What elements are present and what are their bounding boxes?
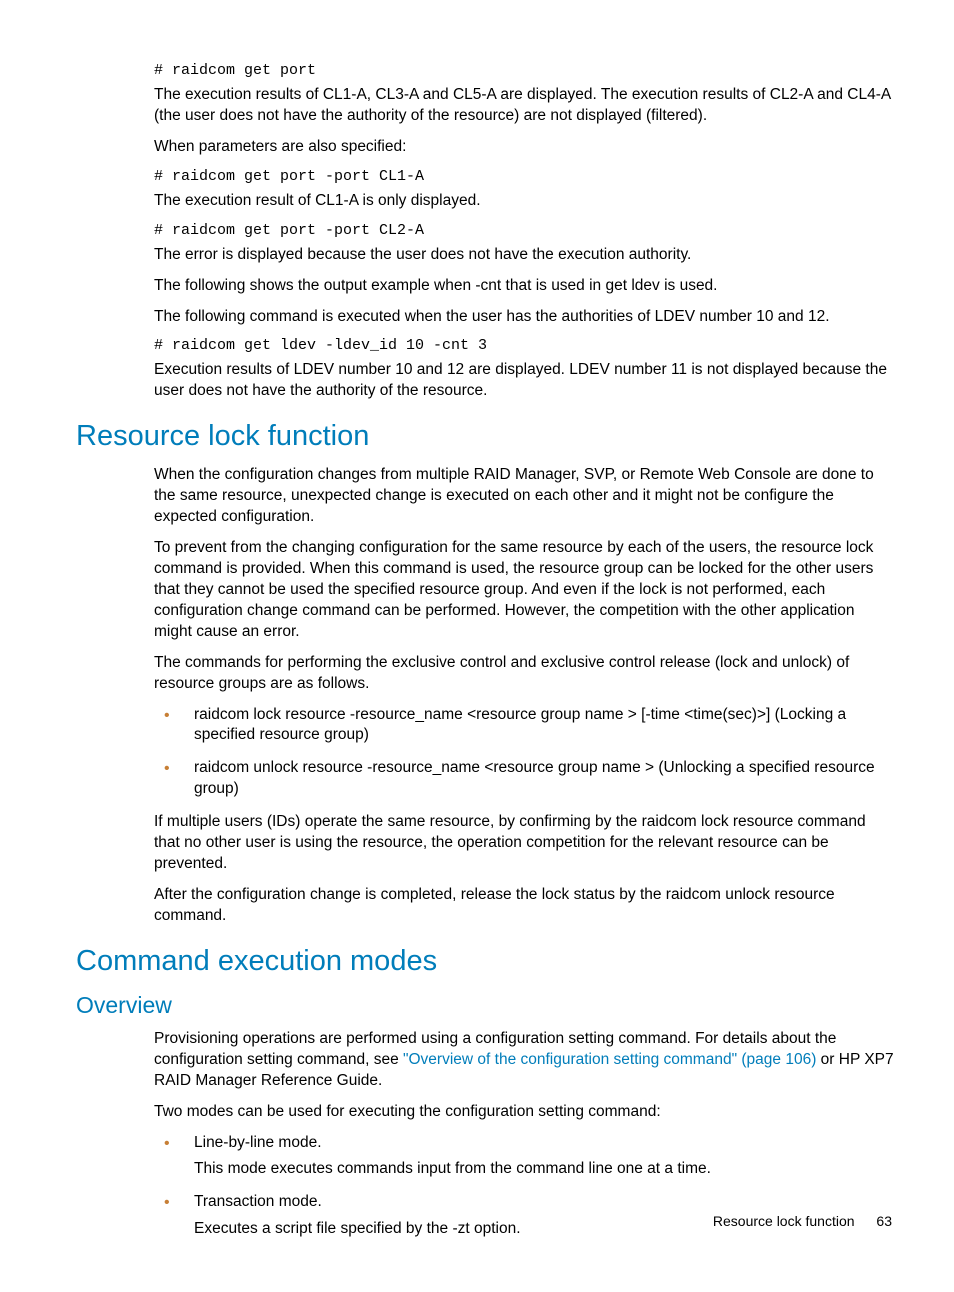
paragraph: The error is displayed because the user …: [154, 245, 894, 266]
code-line: # raidcom get port -port CL2-A: [154, 222, 894, 239]
paragraph: The following command is executed when t…: [154, 307, 894, 328]
list-item-sub: This mode executes commands input from t…: [194, 1159, 894, 1180]
paragraph: The commands for performing the exclusiv…: [154, 653, 894, 695]
code-line: # raidcom get ldev -ldev_id 10 -cnt 3: [154, 337, 894, 354]
section-body: When the configuration changes from mult…: [154, 465, 894, 694]
list-item: raidcom unlock resource -resource_name <…: [154, 758, 894, 800]
link-overview-config[interactable]: "Overview of the configuration setting c…: [403, 1051, 816, 1068]
paragraph: After the configuration change is comple…: [154, 885, 894, 927]
heading-command-execution: Command execution modes: [76, 945, 894, 978]
paragraph: Execution results of LDEV number 10 and …: [154, 360, 894, 402]
paragraph: Provisioning operations are performed us…: [154, 1029, 894, 1092]
heading-resource-lock: Resource lock function: [76, 420, 894, 453]
paragraph: When parameters are also specified:: [154, 137, 894, 158]
list-item: raidcom lock resource -resource_name <re…: [154, 705, 894, 747]
paragraph: When the configuration changes from mult…: [154, 465, 894, 528]
paragraph: The execution result of CL1-A is only di…: [154, 191, 894, 212]
page-footer: Resource lock function 63: [713, 1213, 892, 1229]
bullet-list: raidcom lock resource -resource_name <re…: [154, 705, 894, 801]
page-number: 63: [876, 1213, 892, 1229]
section-body: Provisioning operations are performed us…: [154, 1029, 894, 1123]
document-page: # raidcom get port The execution results…: [0, 0, 954, 1292]
list-item: Line-by-line mode. This mode executes co…: [154, 1133, 894, 1181]
paragraph: To prevent from the changing configurati…: [154, 538, 894, 643]
list-item-label: Transaction mode.: [194, 1193, 322, 1210]
paragraph: The execution results of CL1-A, CL3-A an…: [154, 85, 894, 127]
paragraph: The following shows the output example w…: [154, 276, 894, 297]
footer-section-title: Resource lock function: [713, 1213, 855, 1229]
paragraph: Two modes can be used for executing the …: [154, 1102, 894, 1123]
code-line: # raidcom get port -port CL1-A: [154, 168, 894, 185]
top-block: # raidcom get port The execution results…: [154, 62, 894, 402]
paragraph: If multiple users (IDs) operate the same…: [154, 812, 894, 875]
code-line: # raidcom get port: [154, 62, 894, 79]
section-body: If multiple users (IDs) operate the same…: [154, 812, 894, 927]
list-item-label: Line-by-line mode.: [194, 1134, 322, 1151]
subheading-overview: Overview: [76, 992, 894, 1019]
